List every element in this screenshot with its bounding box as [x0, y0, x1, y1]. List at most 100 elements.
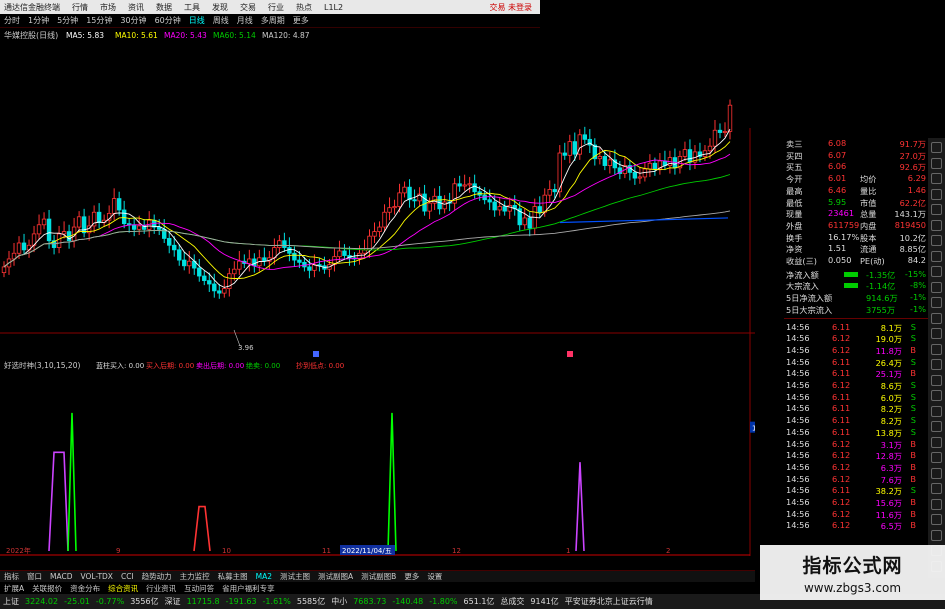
indicator-tab-10[interactable]: 测试副图A: [314, 571, 357, 582]
indicator-tab-11[interactable]: 测试副图B: [357, 571, 400, 582]
side-tool-icon[interactable]: [931, 421, 942, 432]
period-9[interactable]: 多周期: [257, 15, 289, 26]
event-marker[interactable]: [567, 351, 573, 357]
candle-body: [172, 244, 177, 251]
tick-time: 14:56: [786, 321, 810, 332]
side-tool-icon[interactable]: [931, 266, 942, 277]
side-tool-icon[interactable]: [931, 436, 942, 448]
side-tool-icon[interactable]: [931, 452, 942, 463]
tick-side: S: [910, 380, 916, 390]
menu-news[interactable]: 资讯: [122, 2, 150, 13]
app-title: 通达信金融终端: [4, 2, 60, 12]
side-tool-icon[interactable]: [931, 281, 942, 293]
quote-label: 收益(三): [786, 256, 817, 266]
period-7[interactable]: 周线: [209, 15, 233, 26]
side-tool-icon[interactable]: [931, 390, 942, 401]
side-tool-icon[interactable]: [931, 157, 942, 169]
menu-market[interactable]: 市场: [94, 2, 122, 13]
candle-body: [367, 235, 372, 251]
side-tool-icon[interactable]: [931, 173, 942, 184]
period-1[interactable]: 1分钟: [24, 15, 53, 26]
candle-body: [707, 145, 713, 152]
side-tool-icon[interactable]: [931, 483, 942, 494]
side-tool-icon[interactable]: [931, 188, 942, 200]
info-tab-0[interactable]: 扩展A: [0, 583, 28, 594]
candle-body: [397, 192, 402, 207]
menu-trade[interactable]: 交易: [234, 2, 262, 13]
indicator-tab-5[interactable]: 趋势动力: [138, 571, 176, 582]
quote-value: 6.01: [828, 173, 847, 184]
quote-value2: 92.6万: [899, 162, 926, 173]
info-tab-5[interactable]: 互动问答: [180, 583, 218, 594]
candle-body: [131, 224, 137, 230]
indicator-tab-8[interactable]: MA2: [252, 572, 276, 581]
indicator-tab-9[interactable]: 测试主图: [276, 571, 314, 582]
tick-row: 14:56 6.11 25.1万 B: [784, 368, 928, 380]
tick-volume: 6.0万: [880, 392, 902, 403]
event-marker[interactable]: [313, 351, 319, 357]
quote-row: 收益(三) 0.050 PE(动) 84.2: [784, 255, 928, 267]
login-status[interactable]: 交易 未登录: [489, 2, 540, 13]
side-tool-icon[interactable]: [931, 374, 942, 386]
info-tab-2[interactable]: 资金分布: [66, 583, 104, 594]
side-tool-icon[interactable]: [931, 498, 942, 510]
side-tool-icon[interactable]: [931, 405, 942, 417]
info-tab-4[interactable]: 行业资讯: [142, 583, 180, 594]
menu-quotes[interactable]: 行情: [66, 2, 94, 13]
period-5[interactable]: 60分钟: [151, 15, 185, 26]
candle-body: [387, 207, 392, 213]
period-2[interactable]: 5分钟: [53, 15, 82, 26]
indicator-tab-12[interactable]: 更多: [400, 571, 423, 582]
indicator-tab-4[interactable]: CCI: [117, 572, 138, 581]
side-tool-icon[interactable]: [931, 312, 942, 324]
menu-discover[interactable]: 发现: [206, 2, 234, 13]
period-8[interactable]: 月线: [233, 15, 257, 26]
menu-data[interactable]: 数据: [150, 2, 178, 13]
menu-tools[interactable]: 工具: [178, 2, 206, 13]
indicator-tab-6[interactable]: 主力监控: [176, 571, 214, 582]
side-tool-icon[interactable]: [931, 204, 942, 215]
flow-pct: -8%: [910, 280, 926, 291]
period-4[interactable]: 30分钟: [116, 15, 150, 26]
info-tab-6[interactable]: 省用户福利专享: [218, 583, 279, 594]
info-tab-3[interactable]: 综合资讯: [104, 583, 142, 594]
tick-volume: 13.8万: [875, 427, 902, 438]
chart-area[interactable]: 华媒控股(日线) MA5: 5.83 MA10: 5.61 MA20: 5.43 MA6…: [0, 28, 755, 556]
tick-time: 14:56: [786, 391, 810, 402]
period-3[interactable]: 15分钟: [82, 15, 116, 26]
side-tool-icon[interactable]: [931, 359, 942, 370]
side-tool-icon[interactable]: [931, 529, 942, 541]
indicator-tab-2[interactable]: MACD: [46, 572, 76, 581]
side-tool-icon[interactable]: [931, 250, 942, 262]
indicator-tab-13[interactable]: 设置: [423, 571, 446, 582]
menu-hotspot[interactable]: 热点: [290, 2, 318, 13]
side-tool-icon[interactable]: [931, 514, 942, 525]
low-label: 3.96: [238, 344, 254, 352]
status-item: 3556亿: [130, 597, 159, 606]
side-tool-icon[interactable]: [931, 328, 942, 339]
indicator-tab-0[interactable]: 指标: [0, 571, 23, 582]
side-tool-icon[interactable]: [931, 219, 942, 231]
menu-industry[interactable]: 行业: [262, 2, 290, 13]
side-tool-icon[interactable]: [931, 235, 942, 246]
flow-row: 5日净流入额 914.6万 -1%: [784, 292, 928, 304]
side-tool-icon[interactable]: [931, 343, 942, 355]
indicator-tab-7[interactable]: 私募主图: [214, 571, 252, 582]
info-tab-1[interactable]: 关联报价: [28, 583, 66, 594]
tick-row: 14:56 6.12 15.6万 B: [784, 497, 928, 509]
quote-value: 6.06: [828, 161, 847, 172]
quote-value: 0.050: [828, 255, 852, 265]
side-tool-icon[interactable]: [931, 142, 942, 153]
candle-body: [522, 217, 527, 226]
menu-l1l2[interactable]: L1L2: [318, 3, 349, 12]
period-10[interactable]: 更多: [289, 15, 313, 26]
period-6[interactable]: 日线: [185, 15, 209, 26]
side-tool-icon[interactable]: [931, 467, 942, 479]
indicator-tab-1[interactable]: 窗口: [23, 571, 46, 582]
indicator-legend-4: 抄到低点: 0.00: [296, 361, 344, 370]
side-tool-icon[interactable]: [931, 297, 942, 308]
period-0[interactable]: 分时: [0, 15, 24, 26]
flow-bar: [844, 283, 858, 289]
indicator-tab-3[interactable]: VOL-TDX: [76, 572, 116, 581]
candle-body: [222, 288, 227, 294]
